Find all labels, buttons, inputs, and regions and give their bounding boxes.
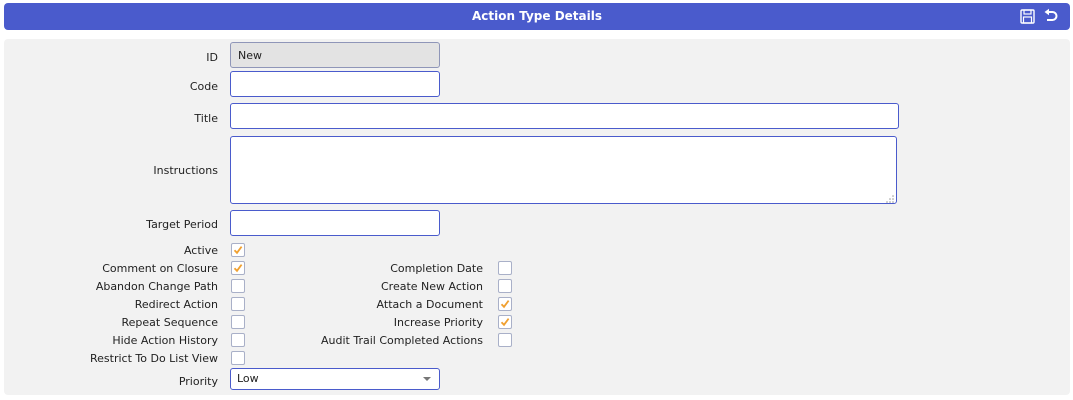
comment-on-closure-checkbox[interactable]	[231, 261, 245, 275]
code-label: Code	[189, 80, 218, 93]
audit-trail-completed-actions-label: Audit Trail Completed Actions	[321, 334, 483, 347]
redirect-action-label: Redirect Action	[134, 298, 218, 311]
increase-priority-label: Increase Priority	[393, 316, 483, 329]
code-field[interactable]	[230, 71, 440, 97]
checkmark-icon	[233, 264, 243, 273]
title-label: Title	[194, 112, 218, 125]
undo-icon[interactable]	[1042, 8, 1059, 25]
comment-on-closure-label: Comment on Closure	[102, 262, 218, 275]
create-new-action-checkbox[interactable]	[498, 279, 512, 293]
checkmark-icon	[500, 300, 510, 309]
priority-value: Low	[237, 372, 259, 385]
form-panel: ID Code Title Instructions Target Period…	[4, 39, 1070, 395]
abandon-change-path-label: Abandon Change Path	[95, 280, 218, 293]
page-title: Action Type Details	[471, 9, 602, 23]
chevron-down-icon[interactable]	[423, 377, 431, 381]
completion-date-checkbox[interactable]	[498, 261, 512, 275]
id-label: ID	[206, 51, 218, 64]
hide-action-history-label: Hide Action History	[112, 334, 218, 347]
checkmark-icon	[500, 318, 510, 327]
target-period-label: Target Period	[146, 218, 218, 231]
completion-date-label: Completion Date	[390, 262, 483, 275]
instructions-wrap	[230, 136, 897, 204]
create-new-action-label: Create New Action	[381, 280, 483, 293]
priority-label: Priority	[178, 375, 218, 388]
instructions-label: Instructions	[153, 164, 218, 177]
hide-action-history-checkbox[interactable]	[231, 333, 245, 347]
title-field[interactable]	[230, 103, 899, 129]
attach-a-document-label: Attach a Document	[376, 298, 483, 311]
checkmark-icon	[233, 246, 243, 255]
abandon-change-path-checkbox[interactable]	[231, 279, 245, 293]
restrict-to-do-list-view-label: Restrict To Do List View	[90, 352, 218, 365]
repeat-sequence-checkbox[interactable]	[231, 315, 245, 329]
restrict-to-do-list-view-checkbox[interactable]	[231, 351, 245, 365]
active-checkbox[interactable]	[231, 243, 245, 257]
redirect-action-checkbox[interactable]	[231, 297, 245, 311]
active-label: Active	[183, 244, 218, 257]
priority-select[interactable]: Low	[230, 368, 440, 390]
header-bar: Action Type Details	[4, 3, 1070, 30]
save-icon[interactable]	[1019, 8, 1036, 25]
target-period-field[interactable]	[230, 210, 440, 236]
instructions-textarea[interactable]	[230, 136, 897, 204]
resize-handle-icon[interactable]	[886, 193, 894, 203]
audit-trail-completed-actions-checkbox[interactable]	[498, 333, 512, 347]
increase-priority-checkbox[interactable]	[498, 315, 512, 329]
attach-a-document-checkbox[interactable]	[498, 297, 512, 311]
repeat-sequence-label: Repeat Sequence	[121, 316, 218, 329]
id-field	[230, 42, 440, 68]
